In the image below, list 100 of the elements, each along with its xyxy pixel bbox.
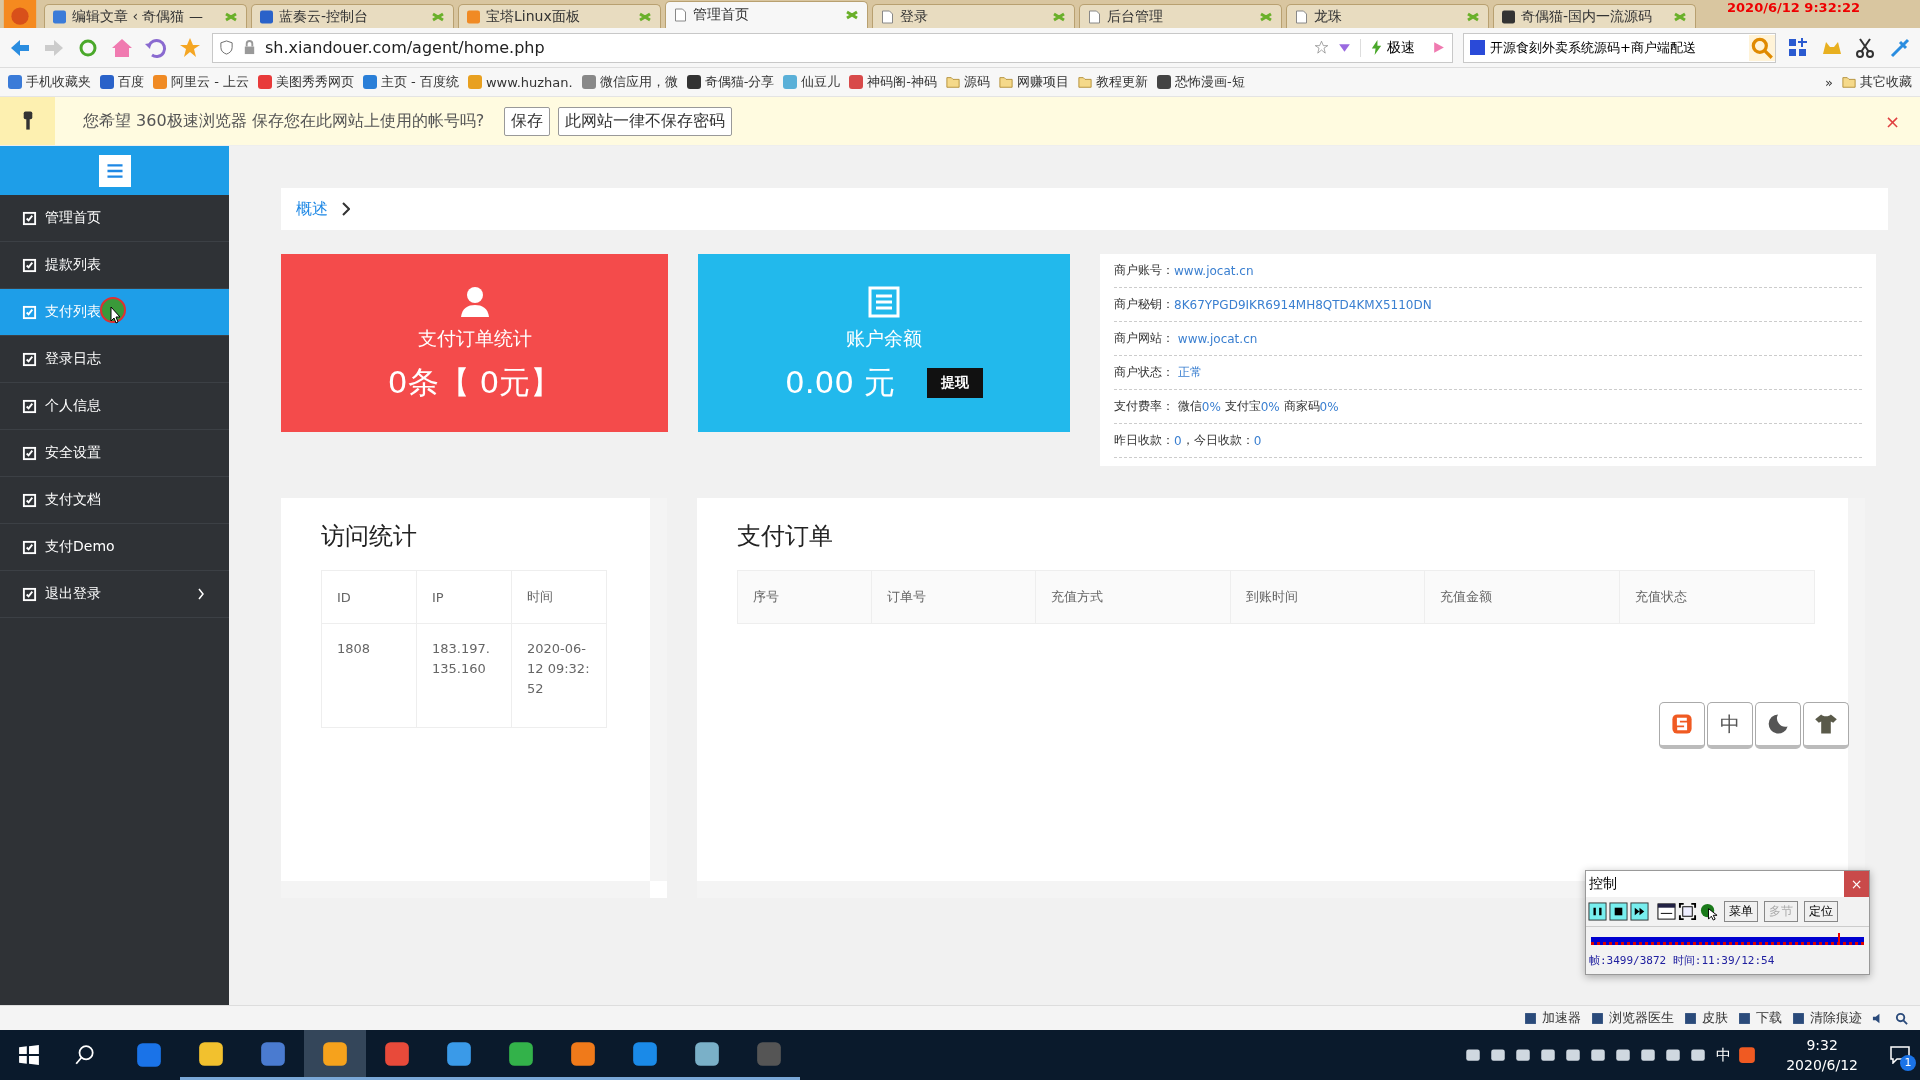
bookmark-item[interactable]: 奇偶猫-分享 bbox=[686, 73, 775, 91]
windows-start-icon[interactable] bbox=[18, 1044, 40, 1066]
site-icon bbox=[53, 9, 66, 24]
ime-icon[interactable] bbox=[1738, 1046, 1757, 1064]
menu-icon[interactable] bbox=[97, 154, 132, 187]
prompt-button[interactable]: 此网站一律不保存密码 bbox=[558, 106, 733, 136]
bookmark-item[interactable]: 主页 - 百度统 bbox=[362, 73, 459, 91]
tab-title: 宝塔Linux面板 bbox=[486, 7, 581, 26]
column-header: 序号 bbox=[737, 570, 872, 624]
timeline-marker[interactable] bbox=[1837, 933, 1840, 945]
tab-title: 蓝奏云-控制台 bbox=[279, 7, 370, 26]
folder-icon bbox=[1078, 75, 1093, 89]
tab-title: 奇偶猫-国内一流源码 bbox=[1521, 7, 1654, 26]
search-icon[interactable] bbox=[74, 1044, 96, 1066]
bookmark-item[interactable]: 源码 bbox=[946, 73, 991, 91]
fullscreen-icon[interactable] bbox=[1678, 902, 1697, 921]
input-mode-key[interactable]: 中 bbox=[1707, 702, 1753, 749]
bookmark-item[interactable]: 恐怖漫画-短 bbox=[1157, 73, 1245, 91]
cursor-icon[interactable] bbox=[1699, 902, 1718, 921]
site-icon bbox=[581, 75, 596, 89]
bookmark-item[interactable]: 百度 bbox=[100, 73, 144, 91]
input-mode-indicator[interactable]: 中 bbox=[1716, 1045, 1732, 1065]
more-bookmarks-button[interactable]: » bbox=[1825, 74, 1833, 90]
browser-tab[interactable]: 管理首页 bbox=[665, 1, 868, 28]
browser-tab[interactable]: 龙珠 bbox=[1286, 4, 1489, 28]
control-button[interactable]: 定位 bbox=[1804, 901, 1838, 922]
zoom-icon[interactable] bbox=[1895, 1011, 1908, 1025]
browser-tab[interactable]: 宝塔Linux面板 bbox=[458, 4, 661, 28]
status-bar-item[interactable]: 加速器 bbox=[1524, 1009, 1581, 1027]
column-header: 时间 bbox=[511, 570, 607, 624]
browser-tab[interactable]: 登录 bbox=[872, 4, 1075, 28]
tray-icon[interactable] bbox=[1539, 1046, 1558, 1064]
table-cell: 1808 bbox=[321, 623, 417, 728]
bookmark-item[interactable]: 手机收藏夹 bbox=[8, 73, 91, 91]
checkbox-icon bbox=[22, 398, 37, 414]
browser-tab[interactable]: 蓝奏云-控制台 bbox=[251, 4, 454, 28]
checkbox-icon bbox=[22, 351, 37, 367]
clock-date[interactable]: 2020/6/12 bbox=[1786, 1055, 1858, 1075]
checkbox-icon bbox=[22, 586, 37, 602]
tray-icon[interactable] bbox=[1614, 1046, 1633, 1064]
other-bookmarks-item[interactable]: 其它收藏 bbox=[1842, 73, 1912, 91]
stat-title: 支付订单统计 bbox=[417, 326, 532, 351]
breadcrumb-link[interactable]: 概述 bbox=[296, 198, 328, 220]
ime-logo-key[interactable] bbox=[1659, 702, 1705, 749]
shirt-key[interactable] bbox=[1803, 702, 1849, 749]
bookmark-item[interactable]: www.huzhan. bbox=[467, 74, 573, 90]
bookmark-item[interactable]: 网赚项目 bbox=[999, 73, 1070, 91]
tray-icon[interactable] bbox=[1564, 1046, 1583, 1064]
browser-tab[interactable]: 后台管理 bbox=[1079, 4, 1282, 28]
bookmark-item[interactable]: 美图秀秀网页 bbox=[257, 73, 354, 91]
browser-tab[interactable]: 奇偶猫-国内一流源码 bbox=[1493, 4, 1696, 28]
tray-icon[interactable] bbox=[1464, 1046, 1483, 1064]
panel-title: 支付订单 bbox=[737, 521, 834, 552]
taskbar-button[interactable] bbox=[304, 1030, 366, 1080]
url-text: sh.xiandouer.com/agent/home.php bbox=[265, 38, 546, 57]
fast-forward-icon[interactable] bbox=[1630, 902, 1649, 921]
clock-time[interactable]: 9:32 bbox=[1806, 1035, 1838, 1055]
status-bar-item[interactable]: 清除痕迹 bbox=[1792, 1009, 1862, 1027]
info-line: 商户网站： www.jocat.cn bbox=[1114, 322, 1862, 356]
bookmark-item[interactable]: 微信应用，微 bbox=[581, 73, 678, 91]
column-header: ID bbox=[321, 570, 417, 624]
tray-icon[interactable] bbox=[1639, 1046, 1658, 1064]
s-logo-icon bbox=[1670, 712, 1694, 736]
tab-title: 龙珠 bbox=[1314, 7, 1343, 26]
app-icon bbox=[383, 1039, 411, 1068]
bookmark-item[interactable]: 神码阁-神码 bbox=[849, 73, 938, 91]
site-icon bbox=[467, 9, 480, 24]
tray-icon[interactable] bbox=[1514, 1046, 1533, 1064]
close-button[interactable]: × bbox=[1878, 109, 1906, 133]
stop-icon[interactable] bbox=[1609, 902, 1628, 921]
control-button[interactable]: 菜单 bbox=[1724, 901, 1758, 922]
tray-icon[interactable] bbox=[1664, 1046, 1683, 1064]
tray-icon[interactable] bbox=[1489, 1046, 1508, 1064]
list-icon bbox=[868, 286, 900, 318]
search-field[interactable]: 开源食刻外卖系统源码+商户端配送 bbox=[1463, 32, 1776, 63]
bookmark-item[interactable]: 阿里云 - 上云 bbox=[153, 73, 249, 91]
bookmark-item[interactable]: 教程更新 bbox=[1078, 73, 1149, 91]
withdraw-button[interactable]: 提现 bbox=[926, 368, 983, 398]
site-icon bbox=[1502, 9, 1515, 24]
notification-center-button[interactable]: 1 bbox=[1880, 1035, 1920, 1075]
close-button[interactable]: × bbox=[1844, 871, 1869, 897]
window-capture-icon[interactable] bbox=[1657, 902, 1676, 921]
moon-key[interactable] bbox=[1755, 702, 1801, 749]
play-icon[interactable] bbox=[1431, 40, 1446, 55]
table-cell: 2020-06-12 09:32:52 bbox=[511, 623, 607, 728]
tray-icon[interactable] bbox=[1589, 1046, 1608, 1064]
lightning-icon bbox=[1369, 40, 1384, 55]
browser-tab[interactable]: 编辑文章 ‹ 奇偶猫 — bbox=[44, 4, 247, 28]
tray-icon[interactable] bbox=[1689, 1046, 1708, 1064]
status-bar-item[interactable]: 下载 bbox=[1738, 1009, 1782, 1027]
checkbox-icon bbox=[22, 304, 37, 320]
status-bar-item[interactable]: 浏览器医生 bbox=[1591, 1009, 1674, 1027]
status-bar-item[interactable]: 皮肤 bbox=[1684, 1009, 1728, 1027]
bookmark-item[interactable]: 仙豆儿 bbox=[783, 73, 841, 91]
shield-icon bbox=[219, 40, 234, 55]
prompt-button[interactable]: 保存 bbox=[504, 106, 551, 136]
app-icon bbox=[631, 1039, 659, 1068]
pause-icon[interactable] bbox=[1588, 902, 1607, 921]
address-field[interactable]: sh.xiandouer.com/agent/home.php 极速 bbox=[212, 32, 1453, 63]
star-outline-icon[interactable] bbox=[1314, 40, 1329, 55]
